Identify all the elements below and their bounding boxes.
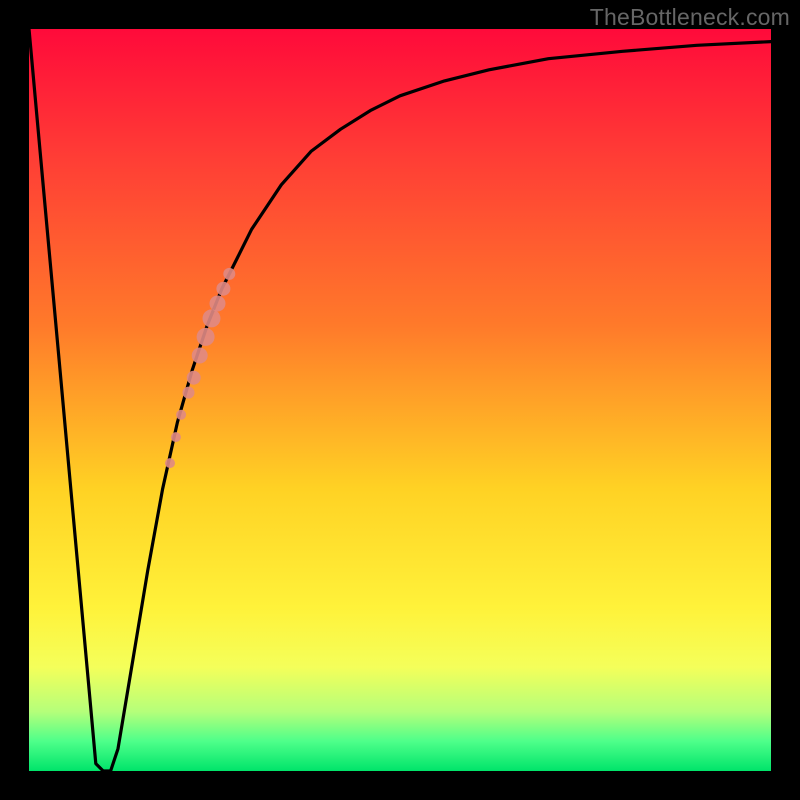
highlight-dot [192, 348, 208, 364]
highlight-dot [187, 371, 201, 385]
highlight-dot [203, 309, 221, 327]
chart-svg [29, 29, 771, 771]
attribution-text: TheBottleneck.com [590, 4, 790, 31]
highlight-dot [171, 432, 181, 442]
highlight-dot [183, 387, 195, 399]
highlight-dot [216, 282, 230, 296]
highlight-dot [223, 268, 235, 280]
bottleneck-curve-path [29, 29, 771, 771]
highlight-dot [197, 328, 215, 346]
highlight-dot [165, 458, 175, 468]
chart-frame: TheBottleneck.com [0, 0, 800, 800]
highlight-dot [176, 410, 186, 420]
highlight-dots-group [165, 268, 235, 468]
highlight-dot [210, 296, 226, 312]
